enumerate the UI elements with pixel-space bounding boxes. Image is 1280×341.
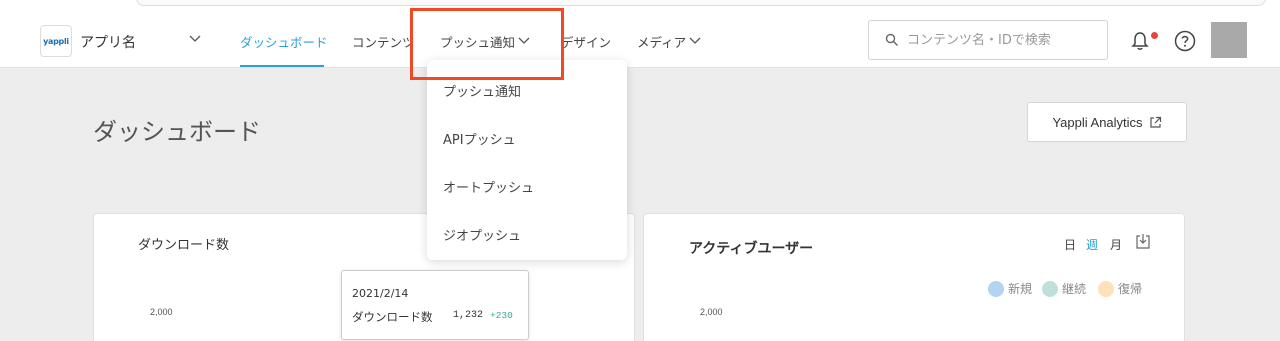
nav-dashboard[interactable]: ダッシュボード [240, 32, 328, 51]
menu-item-auto-push[interactable]: オートプッシュ [443, 177, 534, 196]
tooltip-delta: +230 [490, 310, 513, 321]
period-week[interactable]: 週 [1086, 236, 1098, 253]
top-navigation-bar: yappli アプリ名 ダッシュボード コンテンツ プッシュ通知 デザイン メデ… [0, 10, 1280, 68]
push-notification-dropdown: プッシュ通知 APIプッシュ オートプッシュ ジオプッシュ [427, 60, 627, 260]
y-axis-tick: 2,000 [700, 307, 723, 317]
search-box[interactable] [868, 20, 1108, 60]
tooltip-label: ダウンロード数 [352, 310, 433, 324]
legend-label: 継続 [1062, 282, 1087, 296]
active-users-card-title: アクティブユーザー [689, 241, 814, 257]
download-icon[interactable] [1135, 233, 1151, 249]
external-link-icon [1149, 116, 1161, 128]
analytics-button-label: Yappli Analytics [1052, 114, 1143, 130]
legend-label: 新規 [1008, 282, 1033, 296]
app-name[interactable]: アプリ名 [80, 32, 136, 52]
tooltip-date: 2021/2/14 [352, 287, 409, 300]
avatar[interactable] [1211, 22, 1247, 58]
app-logo[interactable]: yappli [40, 25, 72, 57]
search-icon [885, 33, 898, 46]
help-icon[interactable] [1174, 30, 1196, 52]
nav-contents[interactable]: コンテンツ [352, 32, 415, 51]
menu-item-api-push[interactable]: APIプッシュ [443, 129, 516, 148]
browser-tab-pill [136, 0, 1266, 6]
chevron-down-icon[interactable] [689, 36, 701, 46]
page-title: ダッシュボード [93, 118, 261, 146]
y-axis-tick: 2,000 [150, 307, 173, 317]
legend-new[interactable]: 新規 [988, 280, 1032, 297]
legend-label: 復帰 [1118, 282, 1143, 296]
legend-dot [988, 280, 1004, 297]
nav-design[interactable]: デザイン [561, 32, 611, 51]
legend-continuing[interactable]: 継続 [1042, 280, 1086, 297]
downloads-card-title: ダウンロード数 [138, 238, 230, 253]
period-day[interactable]: 日 [1064, 236, 1076, 253]
legend-dot [1042, 280, 1058, 297]
active-users-card: アクティブユーザー 日 週 月 新規 継続 復帰 2,000 [643, 213, 1185, 341]
tooltip-value: 1,232 [453, 310, 484, 321]
legend-returning[interactable]: 復帰 [1098, 280, 1142, 297]
active-nav-indicator [240, 65, 324, 67]
notification-dot [1151, 32, 1158, 39]
browser-strip [0, 0, 1280, 10]
menu-item-push-notification[interactable]: プッシュ通知 [443, 81, 521, 100]
yappli-analytics-button[interactable]: Yappli Analytics [1027, 102, 1187, 142]
highlight-annotation [410, 8, 564, 80]
logo-text: yappli [43, 36, 69, 46]
legend-dot [1098, 280, 1114, 297]
nav-media[interactable]: メディア [637, 32, 686, 51]
chevron-down-icon[interactable] [189, 34, 201, 44]
search-input[interactable] [907, 30, 1097, 50]
bell-icon[interactable] [1129, 30, 1151, 52]
chart-tooltip: 2021/2/14 ダウンロード数 1,232 +230 [341, 270, 529, 340]
period-month[interactable]: 月 [1110, 236, 1122, 253]
menu-item-geo-push[interactable]: ジオプッシュ [443, 225, 521, 244]
